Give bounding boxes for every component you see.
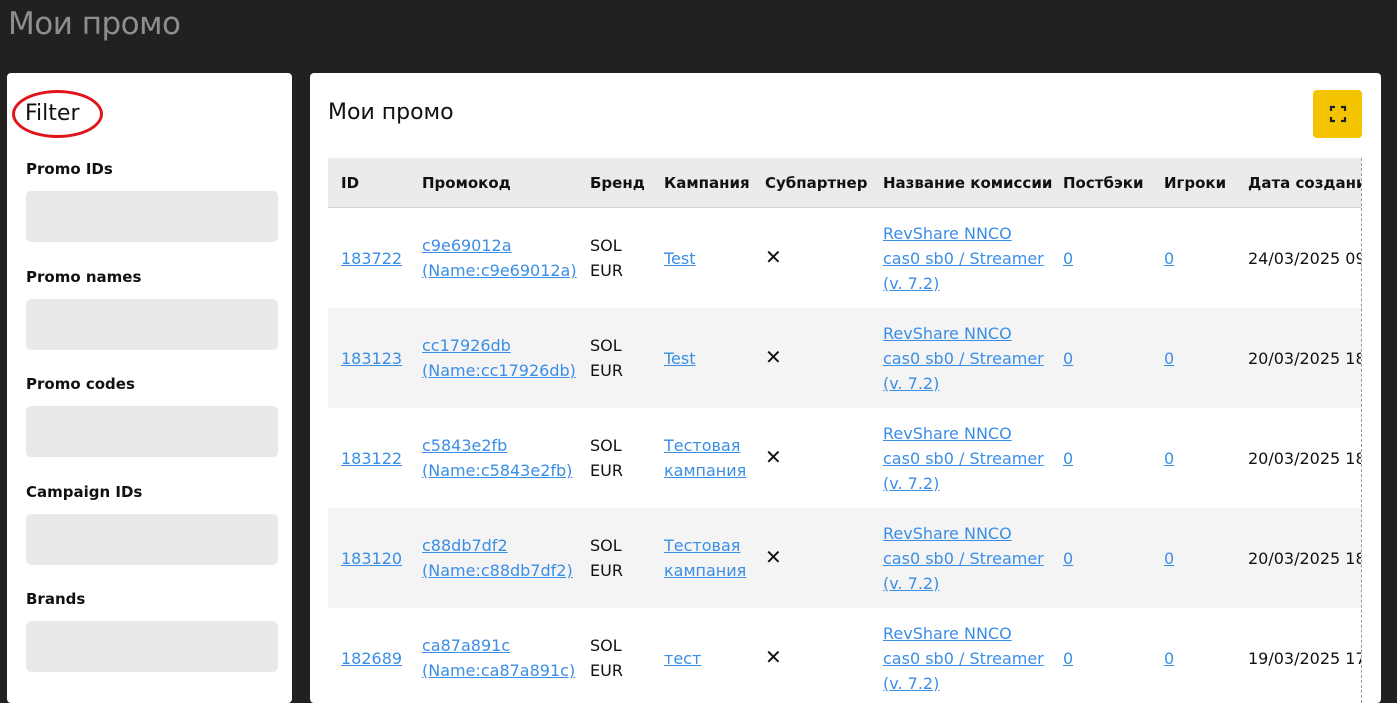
col-header-commission[interactable]: Название комиссии	[870, 158, 1052, 208]
col-header-postbacks[interactable]: Постбэки	[1050, 158, 1151, 208]
table-header-row: ID Промокод Бренд Кампания Субпартнер На…	[328, 158, 1361, 208]
promo-codes-label: Promo codes	[26, 375, 135, 393]
promo-codes-input[interactable]	[26, 406, 278, 457]
brands-label: Brands	[26, 590, 86, 608]
brand-cell: SOL EUR	[590, 236, 623, 280]
main-panel: Мои промо ID Промокод Бренд Кампания Суб…	[310, 73, 1381, 703]
col-header-players[interactable]: Игроки	[1151, 158, 1235, 208]
brand-cell: SOL EUR	[590, 436, 623, 480]
created-date: 20/03/2025 18:	[1235, 308, 1361, 408]
campaign-link[interactable]: Тестовая кампания	[664, 436, 746, 480]
col-header-id[interactable]: ID	[328, 158, 409, 208]
promocode-link[interactable]: c5843e2fb (Name:c5843e2fb)	[422, 436, 572, 480]
col-header-subpartner[interactable]: Субпартнер	[752, 158, 870, 208]
brand-cell: SOL EUR	[577, 308, 651, 408]
promo-ids-label: Promo IDs	[26, 160, 113, 178]
promo-id-link[interactable]: 183120	[341, 549, 402, 568]
expand-icon	[1329, 105, 1346, 123]
filter-title: Filter	[25, 101, 80, 126]
created-date: 20/03/2025 18:	[1248, 448, 1362, 468]
table-row: 183122 c5843e2fb (Name:c5843e2fb) SOL EUR …	[328, 408, 1362, 508]
promocode-link[interactable]: ca87a891c (Name:ca87a891c)	[422, 636, 575, 680]
fullscreen-button[interactable]	[1313, 90, 1362, 138]
brand-cell: SOL EUR	[577, 508, 651, 608]
promocode-link[interactable]: c88db7df2 (Name:c88db7df2)	[422, 536, 573, 580]
page-title: Мои промо	[8, 6, 181, 42]
promocode-link[interactable]: c9e69012a (Name:c9e69012a)	[422, 236, 577, 280]
postbacks-link[interactable]: 0	[1063, 549, 1073, 568]
postbacks-link[interactable]: 0	[1063, 649, 1073, 668]
subpartner-cross-icon: ✕	[765, 245, 782, 269]
players-link[interactable]: 0	[1164, 349, 1174, 368]
promocode-link[interactable]: cc17926db (Name:cc17926db)	[422, 336, 576, 380]
postbacks-link[interactable]: 0	[1063, 249, 1073, 268]
table-row: 183722 c9e69012a (Name:c9e69012a) SOL EUR …	[328, 208, 1362, 309]
table-row: 183120 c88db7df2 (Name:c88db7df2) SOL EUR …	[328, 508, 1361, 608]
promo-names-label: Promo names	[26, 268, 142, 286]
players-link[interactable]: 0	[1164, 649, 1174, 668]
postbacks-link[interactable]: 0	[1063, 449, 1073, 468]
promo-table-container[interactable]: ID Промокод Бренд Кампания Субпартнер На…	[328, 158, 1362, 703]
created-date: 24/03/2025 09:	[1248, 248, 1362, 268]
main-title: Мои промо	[328, 100, 454, 125]
brands-input[interactable]	[26, 621, 278, 672]
col-header-brand[interactable]: Бренд	[577, 158, 651, 208]
commission-link[interactable]: RevShare NNCO cas0 sb0 / Streamer (v. 7.2)	[883, 524, 1044, 593]
players-link[interactable]: 0	[1164, 549, 1174, 568]
subpartner-cross-icon: ✕	[752, 508, 870, 608]
promo-id-link[interactable]: 182689	[341, 649, 402, 668]
players-link[interactable]: 0	[1164, 249, 1174, 268]
col-header-created[interactable]: Дата создания	[1235, 158, 1361, 208]
col-header-campaign[interactable]: Кампания	[651, 158, 752, 208]
campaign-ids-input[interactable]	[26, 514, 278, 565]
filter-panel: Filter Promo IDs Promo names Promo codes…	[7, 73, 292, 703]
postbacks-link[interactable]: 0	[1063, 349, 1073, 368]
campaign-link[interactable]: Тестовая кампания	[664, 536, 746, 580]
promo-table: ID Промокод Бренд Кампания Субпартнер На…	[328, 158, 1362, 703]
players-link[interactable]: 0	[1164, 449, 1174, 468]
promo-names-input[interactable]	[26, 299, 278, 350]
created-date: 20/03/2025 18:	[1235, 508, 1361, 608]
col-header-promocode[interactable]: Промокод	[409, 158, 577, 208]
campaign-ids-label: Campaign IDs	[26, 483, 143, 501]
promo-ids-input[interactable]	[26, 191, 278, 242]
subpartner-cross-icon: ✕	[765, 445, 782, 469]
campaign-link[interactable]: Test	[664, 349, 696, 368]
table-row: 183123 cc17926db (Name:cc17926db) SOL EUR …	[328, 308, 1361, 408]
commission-link[interactable]: RevShare NNCO cas0 sb0 / Streamer (v. 7.2)	[883, 624, 1044, 693]
promo-id-link[interactable]: 183122	[341, 449, 402, 468]
promo-id-link[interactable]: 183722	[341, 249, 402, 268]
commission-link[interactable]: RevShare NNCO cas0 sb0 / Streamer (v. 7.2)	[883, 424, 1044, 493]
campaign-link[interactable]: Test	[664, 249, 696, 268]
commission-link[interactable]: RevShare NNCO cas0 sb0 / Streamer (v. 7.2)	[883, 324, 1044, 393]
campaign-link[interactable]: тест	[664, 649, 701, 668]
subpartner-cross-icon: ✕	[752, 308, 870, 408]
promo-id-link[interactable]: 183123	[341, 349, 402, 368]
commission-link[interactable]: RevShare NNCO cas0 sb0 / Streamer (v. 7.2)	[883, 224, 1044, 293]
